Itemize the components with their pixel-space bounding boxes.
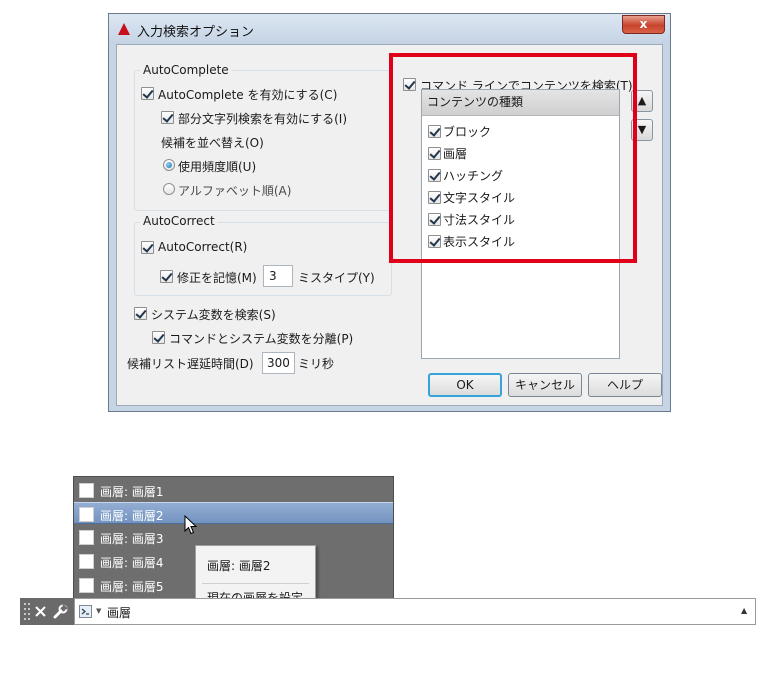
separate-commands-checkbox[interactable] [152, 331, 165, 344]
sort-frequency-label: 使用頻度順(U) [178, 160, 257, 174]
layer-item-label: 画層: 画層3 [100, 532, 164, 546]
separate-commands-label: コマンドとシステム変数を分離(P) [169, 332, 354, 346]
prompt-dropdown-icon[interactable]: ▼ [96, 607, 101, 615]
autocad-app-icon [118, 23, 130, 35]
autocomplete-checkbox[interactable] [141, 87, 154, 100]
sort-label: 候補を並べ替え(O) [161, 136, 264, 150]
title-bar[interactable]: 入力検索オプション x [109, 14, 670, 44]
triangle-up-icon: ▲ [637, 94, 647, 107]
layer-item-label: 画層: 画層1 [100, 485, 164, 499]
help-button[interactable]: ヘルプ [588, 373, 662, 397]
close-icon[interactable] [35, 606, 46, 617]
mouse-cursor-icon [184, 515, 197, 535]
autocorrect-checkbox[interactable] [141, 241, 154, 254]
layer-item-label: 画層: 画層2 [100, 509, 164, 523]
triangle-down-icon: ▼ [637, 123, 647, 136]
autocomplete-label: AutoComplete を有効にする(C) [158, 88, 338, 102]
delay-time-label: 候補リスト遅延時間(D) [127, 357, 254, 371]
sort-frequency-radio[interactable] [163, 159, 175, 171]
wrench-icon[interactable] [53, 604, 68, 619]
tooltip-title: 画層: 画層2 [207, 559, 271, 573]
layer-swatch-icon [79, 483, 94, 498]
autocomplete-group-title: AutoComplete [140, 63, 232, 77]
remember-corrections-checkbox[interactable] [160, 270, 173, 283]
close-icon: x [639, 17, 648, 31]
close-button[interactable]: x [622, 15, 665, 34]
command-line: ▼ 画層 ▲ [20, 598, 756, 625]
mistype-count-input[interactable]: 3 [263, 265, 293, 287]
layer-item-selected[interactable]: 画層: 画層2 [74, 502, 393, 524]
layer-item[interactable]: 画層: 画層1 [74, 479, 393, 501]
history-triangle-up-icon[interactable]: ▲ [741, 606, 747, 615]
sort-alphabet-radio[interactable] [163, 183, 175, 195]
partial-search-checkbox[interactable] [161, 111, 174, 124]
ok-button[interactable]: OK [428, 373, 502, 397]
autocorrect-group-title: AutoCorrect [140, 214, 218, 228]
partial-search-label: 部分文字列検索を有効にする(I) [178, 112, 348, 126]
delay-time-input[interactable]: 300 [262, 352, 295, 374]
layer-swatch-icon [79, 530, 94, 545]
dialog-title: 入力検索オプション [137, 25, 255, 40]
cancel-button[interactable]: キャンセル [508, 373, 582, 397]
search-sysvars-label: システム変数を検索(S) [151, 308, 276, 322]
layer-item-label: 画層: 画層4 [100, 556, 164, 570]
remember-corrections-label: 修正を記憶(M) [177, 271, 257, 285]
command-input-field[interactable]: ▼ 画層 ▲ [74, 598, 756, 625]
autocorrect-label: AutoCorrect(R) [158, 240, 248, 254]
tooltip-divider [202, 583, 309, 584]
drag-grip-icon[interactable] [24, 603, 30, 620]
command-input-value: 画層 [107, 606, 132, 620]
delay-unit-label: ミリ秒 [298, 357, 335, 371]
search-sysvars-checkbox[interactable] [134, 307, 147, 320]
layer-swatch-icon [79, 507, 94, 522]
mistype-label: ミスタイプ(Y) [298, 271, 375, 285]
command-line-toolbar [20, 598, 74, 625]
command-prompt-icon[interactable] [79, 605, 92, 618]
layer-swatch-icon [79, 578, 94, 593]
highlight-box [389, 53, 637, 263]
layer-item-label: 画層: 画層5 [100, 580, 164, 594]
layer-swatch-icon [79, 554, 94, 569]
sort-alphabet-label: アルファベット順(A) [178, 184, 292, 198]
